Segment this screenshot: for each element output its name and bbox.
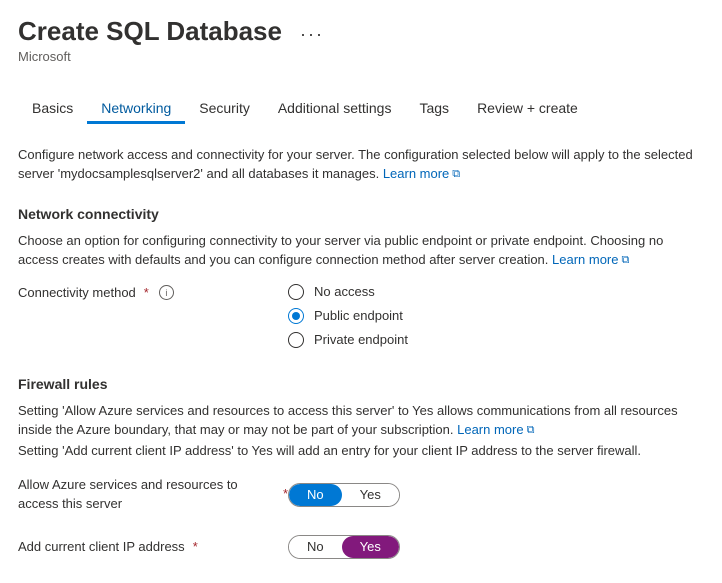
tab-security[interactable]: Security [185, 92, 264, 124]
firewall-desc1: Setting 'Allow Azure services and resour… [18, 403, 678, 437]
radio-icon [288, 308, 304, 324]
tab-additional-settings[interactable]: Additional settings [264, 92, 406, 124]
allow-azure-yes[interactable]: Yes [342, 484, 399, 506]
radio-label: No access [314, 284, 375, 299]
info-icon[interactable]: i [159, 285, 174, 300]
firewall-desc: Setting 'Allow Azure services and resour… [18, 402, 704, 461]
more-actions-icon[interactable]: ··· [300, 24, 324, 45]
learn-more-intro[interactable]: Learn more⧉ [383, 166, 460, 181]
section-title-firewall: Firewall rules [18, 376, 704, 392]
allow-azure-label: Allow Azure services and resources to ac… [18, 476, 275, 512]
publisher-label: Microsoft [18, 49, 704, 64]
radio-label: Public endpoint [314, 308, 403, 323]
add-ip-no[interactable]: No [289, 536, 342, 558]
learn-more-firewall[interactable]: Learn more⧉ [457, 422, 534, 437]
radio-icon [288, 284, 304, 300]
radio-private-endpoint[interactable]: Private endpoint [288, 332, 704, 348]
firewall-desc2: Setting 'Add current client IP address' … [18, 442, 704, 461]
tab-tags[interactable]: Tags [405, 92, 463, 124]
radio-no-access[interactable]: No access [288, 284, 704, 300]
radio-public-endpoint[interactable]: Public endpoint [288, 308, 704, 324]
allow-azure-no[interactable]: No [289, 484, 342, 506]
add-ip-label: Add current client IP address [18, 538, 185, 556]
radio-label: Private endpoint [314, 332, 408, 347]
networking-intro-text: Configure network access and connectivit… [18, 147, 693, 181]
tab-review-create[interactable]: Review + create [463, 92, 592, 124]
allow-azure-toggle[interactable]: No Yes [288, 483, 400, 507]
connectivity-method-group: No access Public endpoint Private endpoint [288, 284, 704, 348]
external-link-icon: ⧉ [452, 168, 460, 180]
add-ip-toggle[interactable]: No Yes [288, 535, 400, 559]
add-ip-yes[interactable]: Yes [342, 536, 399, 558]
tab-basics[interactable]: Basics [18, 92, 87, 124]
required-indicator: * [144, 284, 149, 302]
connectivity-desc: Choose an option for configuring connect… [18, 232, 704, 270]
section-title-connectivity: Network connectivity [18, 206, 704, 222]
tab-networking[interactable]: Networking [87, 92, 185, 124]
required-indicator: * [193, 538, 198, 556]
page-title: Create SQL Database [18, 16, 282, 47]
external-link-icon: ⧉ [622, 254, 630, 266]
networking-intro: Configure network access and connectivit… [18, 146, 704, 184]
connectivity-method-label: Connectivity method [18, 284, 136, 302]
tab-bar: BasicsNetworkingSecurityAdditional setti… [18, 92, 704, 124]
external-link-icon: ⧉ [527, 424, 535, 436]
learn-more-connectivity[interactable]: Learn more⧉ [552, 252, 629, 267]
radio-icon [288, 332, 304, 348]
